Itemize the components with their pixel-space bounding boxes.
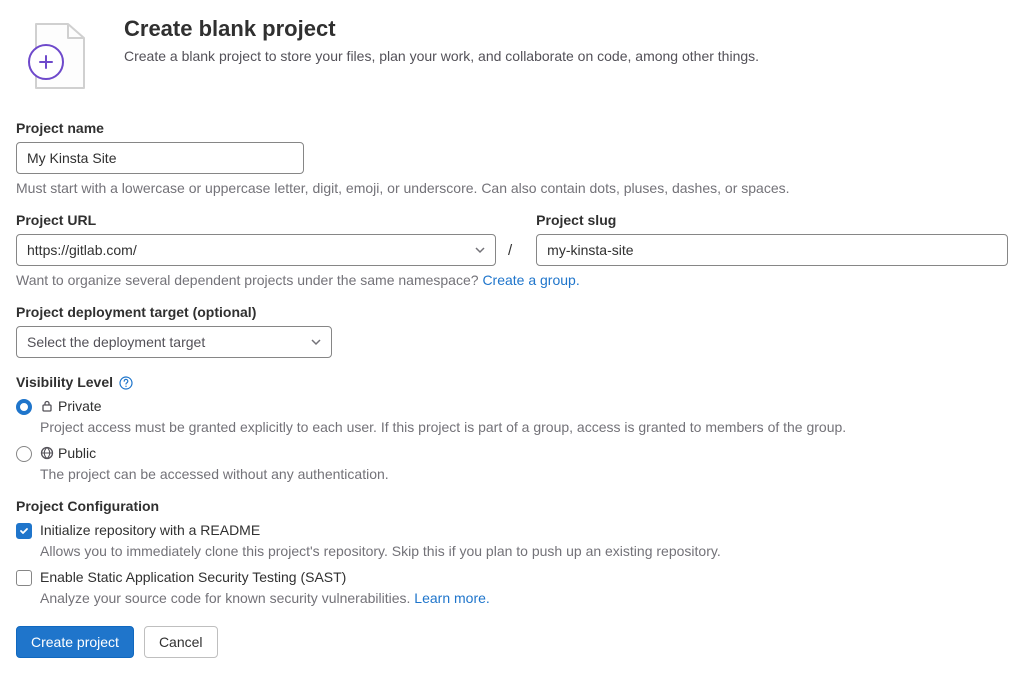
lock-icon	[40, 399, 54, 413]
chevron-down-icon	[311, 334, 321, 350]
page-subtitle: Create a blank project to store your fil…	[124, 48, 759, 64]
deployment-target-select[interactable]: Select the deployment target	[16, 326, 332, 358]
page-title: Create blank project	[124, 16, 759, 42]
deployment-target-label: Project deployment target (optional)	[16, 304, 1008, 320]
project-plus-icon	[16, 16, 96, 96]
visibility-public-label[interactable]: Public	[40, 445, 96, 461]
visibility-private-radio[interactable]	[16, 399, 32, 415]
group-help-text: Want to organize several dependent proje…	[16, 272, 1008, 288]
project-url-value: https://gitlab.com/	[27, 242, 137, 258]
visibility-level-label: Visibility Level	[16, 374, 1008, 390]
globe-icon	[40, 446, 54, 460]
visibility-private-label[interactable]: Private	[40, 398, 102, 414]
create-group-link[interactable]: Create a group.	[482, 272, 579, 288]
project-name-input[interactable]	[16, 142, 304, 174]
cancel-button[interactable]: Cancel	[144, 626, 218, 658]
initialize-readme-desc: Allows you to immediately clone this pro…	[40, 543, 1008, 559]
project-configuration-label: Project Configuration	[16, 498, 1008, 514]
enable-sast-desc: Analyze your source code for known secur…	[40, 590, 1008, 606]
initialize-readme-checkbox[interactable]	[16, 523, 32, 539]
project-name-label: Project name	[16, 120, 1008, 136]
url-separator: /	[508, 242, 512, 259]
enable-sast-label[interactable]: Enable Static Application Security Testi…	[40, 569, 346, 585]
visibility-private-desc: Project access must be granted explicitl…	[40, 419, 1008, 435]
project-url-select[interactable]: https://gitlab.com/	[16, 234, 496, 266]
sast-learn-more-link[interactable]: Learn more.	[414, 590, 489, 606]
project-slug-input[interactable]	[536, 234, 1008, 266]
deployment-target-placeholder: Select the deployment target	[27, 334, 205, 350]
visibility-public-desc: The project can be accessed without any …	[40, 466, 1008, 482]
visibility-public-radio[interactable]	[16, 446, 32, 462]
enable-sast-checkbox[interactable]	[16, 570, 32, 586]
initialize-readme-label[interactable]: Initialize repository with a README	[40, 522, 260, 538]
help-icon[interactable]	[119, 376, 133, 390]
project-name-help: Must start with a lowercase or uppercase…	[16, 180, 1008, 196]
project-url-label: Project URL	[16, 212, 512, 228]
chevron-down-icon	[475, 242, 485, 258]
project-slug-label: Project slug	[536, 212, 1008, 228]
create-project-button[interactable]: Create project	[16, 626, 134, 658]
